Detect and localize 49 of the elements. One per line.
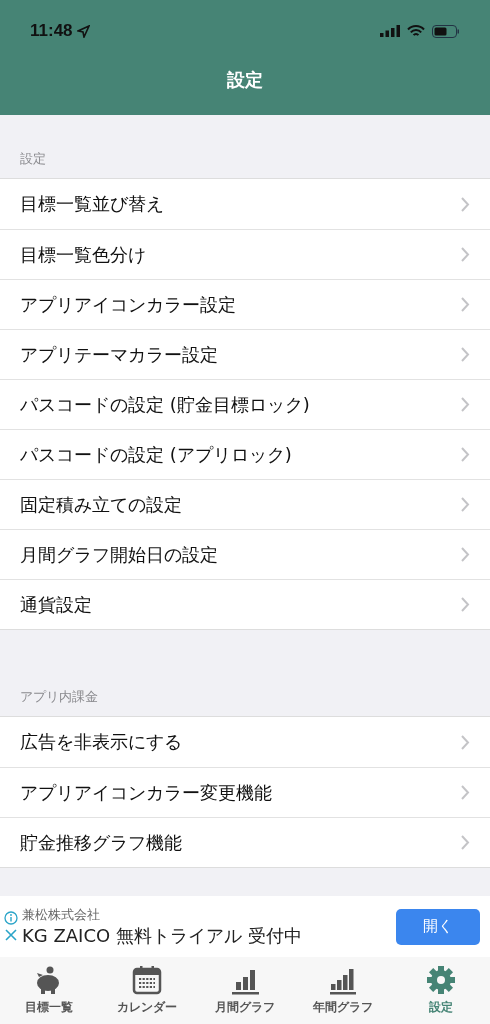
status-time: 11:48: [30, 21, 73, 41]
settings-row[interactable]: パスコードの設定 (貯金目標ロック): [0, 379, 490, 429]
settings-row[interactable]: アプリアイコンカラー変更機能: [0, 767, 490, 817]
settings-row[interactable]: 広告を非表示にする: [0, 717, 490, 767]
settings-icon: [426, 965, 456, 995]
settings-row[interactable]: 目標一覧色分け: [0, 229, 490, 279]
nav-title: 設定: [227, 68, 263, 92]
chevron-icon: [461, 447, 470, 462]
signal-icon: [380, 25, 400, 37]
ad-advertiser: 兼松株式会社: [22, 905, 101, 924]
settings-row[interactable]: アプリアイコンカラー設定: [0, 279, 490, 329]
tab-item[interactable]: 年間グラフ: [294, 957, 392, 1024]
chevron-icon: [461, 497, 470, 512]
settings-row[interactable]: 月間グラフ開始日の設定: [0, 529, 490, 579]
chevron-icon: [461, 297, 470, 312]
settings-row[interactable]: 通貨設定: [0, 579, 490, 629]
settings-row[interactable]: 貯金推移グラフ機能: [0, 817, 490, 867]
chevron-icon: [461, 835, 470, 850]
chevron-icon: [461, 597, 470, 612]
location-arrow-icon: [76, 24, 90, 38]
settings-row[interactable]: パスコードの設定 (アプリロック): [0, 429, 490, 479]
wifi-icon: [407, 24, 425, 38]
chevron-icon: [461, 785, 470, 800]
settings-row[interactable]: アプリテーマカラー設定: [0, 329, 490, 379]
section-header: 設定: [20, 150, 46, 168]
chevron-icon: [461, 547, 470, 562]
chevron-icon: [461, 247, 470, 262]
info-icon[interactable]: [4, 911, 18, 925]
close-icon[interactable]: [4, 928, 18, 942]
chevron-icon: [461, 734, 470, 750]
tab-item[interactable]: カレンダー: [98, 957, 196, 1024]
tab-item[interactable]: 月間グラフ: [196, 957, 294, 1024]
tab-label: 目標一覧: [25, 999, 73, 1016]
tab-item[interactable]: 設定: [392, 957, 490, 1024]
tab-label: 月間グラフ: [215, 999, 275, 1016]
chevron-icon: [461, 347, 470, 362]
open-button[interactable]: 開く: [396, 908, 480, 945]
chevron-icon: [461, 397, 470, 412]
tab-label: 設定: [429, 999, 453, 1016]
section-header: アプリ内課金: [20, 688, 98, 706]
tab-label: 年間グラフ: [313, 999, 373, 1016]
ad-headline: KG ZAICO 無料トライアル 受付中: [22, 923, 303, 948]
chevron-icon: [461, 196, 470, 212]
tab-item[interactable]: 目標一覧: [0, 957, 98, 1024]
battery-icon: [432, 24, 460, 38]
settings-row[interactable]: 目標一覧並び替え: [0, 179, 490, 229]
tab-label: カレンダー: [117, 999, 177, 1016]
calendar-icon: [132, 965, 162, 995]
settings-row[interactable]: 固定積み立ての設定: [0, 479, 490, 529]
